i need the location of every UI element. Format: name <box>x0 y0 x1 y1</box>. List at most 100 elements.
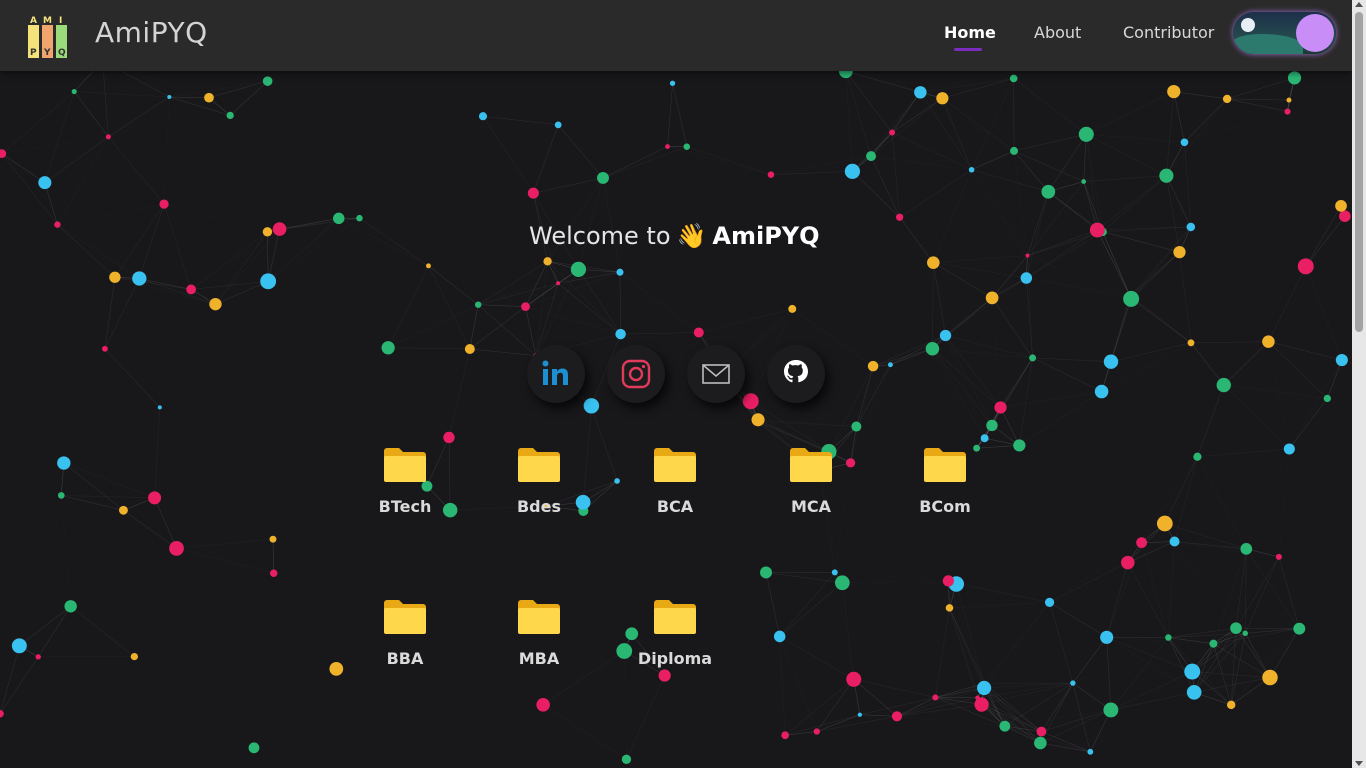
particle-dot <box>1335 354 1348 367</box>
particle-dot <box>333 212 345 225</box>
particle-dot <box>1103 702 1119 718</box>
folder-diploma[interactable]: Diploma <box>625 599 725 668</box>
nav-home[interactable]: Home <box>944 23 996 42</box>
particle-dot <box>1167 84 1181 99</box>
mail-button[interactable] <box>687 345 745 403</box>
particle-dot <box>831 569 838 576</box>
particle-dot <box>867 360 879 372</box>
brand-name[interactable]: AmiPYQ <box>95 16 208 49</box>
folder-bcom[interactable]: BCom <box>895 447 995 516</box>
particle-dot <box>1121 555 1135 570</box>
particle-dot <box>1013 439 1026 452</box>
particle-dot <box>999 720 1011 732</box>
folder-icon <box>790 448 832 482</box>
logo-letter-a: A <box>30 16 37 26</box>
folder-btech[interactable]: BTech <box>355 447 455 516</box>
particle-dot <box>936 92 949 105</box>
theme-toggle[interactable] <box>1233 12 1336 54</box>
particle-dot <box>329 661 344 676</box>
scroll-down-arrow-icon[interactable] <box>1355 761 1363 766</box>
folder-icon <box>924 448 966 482</box>
particle-dot <box>945 604 954 612</box>
nav-active-underline <box>954 48 982 51</box>
particle-dot <box>932 694 939 701</box>
particle-dot <box>262 227 273 237</box>
particle-dot <box>1123 290 1140 307</box>
particle-dot <box>1242 630 1248 636</box>
particle-dot <box>132 271 147 286</box>
particle-dot <box>927 256 940 269</box>
particle-dot <box>597 171 609 184</box>
particle-dot <box>834 575 850 591</box>
particle-dot <box>614 478 620 484</box>
folder-bca[interactable]: BCA <box>625 447 725 516</box>
scroll-up-arrow-icon[interactable] <box>1355 2 1363 7</box>
particle-dot <box>248 742 260 754</box>
scroll-thumb[interactable] <box>1355 12 1363 332</box>
folder-bba[interactable]: BBA <box>355 599 455 668</box>
logo-letter-m: M <box>43 16 52 26</box>
particle-dot <box>1036 726 1047 737</box>
particle-dot <box>889 129 896 136</box>
linkedin-button[interactable] <box>527 345 585 403</box>
particle-dot <box>857 712 862 717</box>
particle-dot <box>1226 700 1236 710</box>
particle-dot <box>262 76 273 86</box>
particle-dot <box>536 698 550 712</box>
particle-dot <box>54 221 61 228</box>
particle-dot <box>658 669 671 682</box>
particle-dot <box>1156 515 1173 532</box>
particle-dot <box>1240 542 1253 555</box>
particle-dot <box>474 301 482 308</box>
folder-mba[interactable]: MBA <box>489 599 589 668</box>
particle-dot <box>665 144 670 149</box>
particle-dot <box>64 600 77 613</box>
particle-dot <box>942 575 954 587</box>
particle-dot <box>204 92 214 103</box>
linkedin-icon <box>542 360 568 385</box>
page-scrollbar[interactable] <box>1352 0 1366 768</box>
particle-dot <box>556 281 561 286</box>
particle-dot <box>1159 168 1174 183</box>
folder-icon <box>384 448 426 482</box>
particle-dot <box>1089 222 1105 238</box>
folder-mca[interactable]: MCA <box>761 447 861 516</box>
particle-dot <box>773 630 786 643</box>
particle-dot <box>1275 553 1282 560</box>
particle-dot <box>1020 272 1033 284</box>
particle-dot <box>0 710 4 718</box>
instagram-button[interactable] <box>607 345 665 403</box>
particle-dot <box>226 111 234 120</box>
particle-dot <box>157 405 162 410</box>
waving-hand-icon: 👋 <box>676 222 707 250</box>
particle-dot <box>887 362 893 368</box>
folder-icon <box>654 448 696 482</box>
particle-dot <box>102 345 108 352</box>
navbar: A M I P Y Q AmiPYQ Home About Contributo… <box>0 0 1352 71</box>
folder-label: BBA <box>386 649 424 668</box>
folder-bdes[interactable]: Bdes <box>489 447 589 516</box>
particle-dot <box>914 86 927 99</box>
particle-dot <box>186 284 197 295</box>
nav-contributor[interactable]: Contributor <box>1123 23 1214 42</box>
particle-dot <box>426 263 431 269</box>
particle-dot <box>1186 684 1202 700</box>
nav-about[interactable]: About <box>1034 23 1081 42</box>
particle-dot <box>1103 354 1119 369</box>
particle-dot <box>891 711 903 722</box>
particle-dot <box>925 342 940 356</box>
folder-label: Diploma <box>637 649 713 668</box>
hill-decoration <box>1233 34 1303 54</box>
particle-dot <box>844 163 860 179</box>
particle-dot <box>994 401 1007 414</box>
amipyq-logo[interactable]: A M I P Y Q <box>27 14 69 58</box>
toggle-knob <box>1296 14 1334 52</box>
particle-dot <box>986 419 998 432</box>
particle-dot <box>1029 354 1037 362</box>
particle-dot <box>583 398 600 414</box>
github-button[interactable] <box>767 345 825 403</box>
particle-dot <box>939 329 952 342</box>
particle-dot <box>209 297 222 311</box>
particle-dot <box>615 328 626 340</box>
particle-dot <box>169 541 184 556</box>
